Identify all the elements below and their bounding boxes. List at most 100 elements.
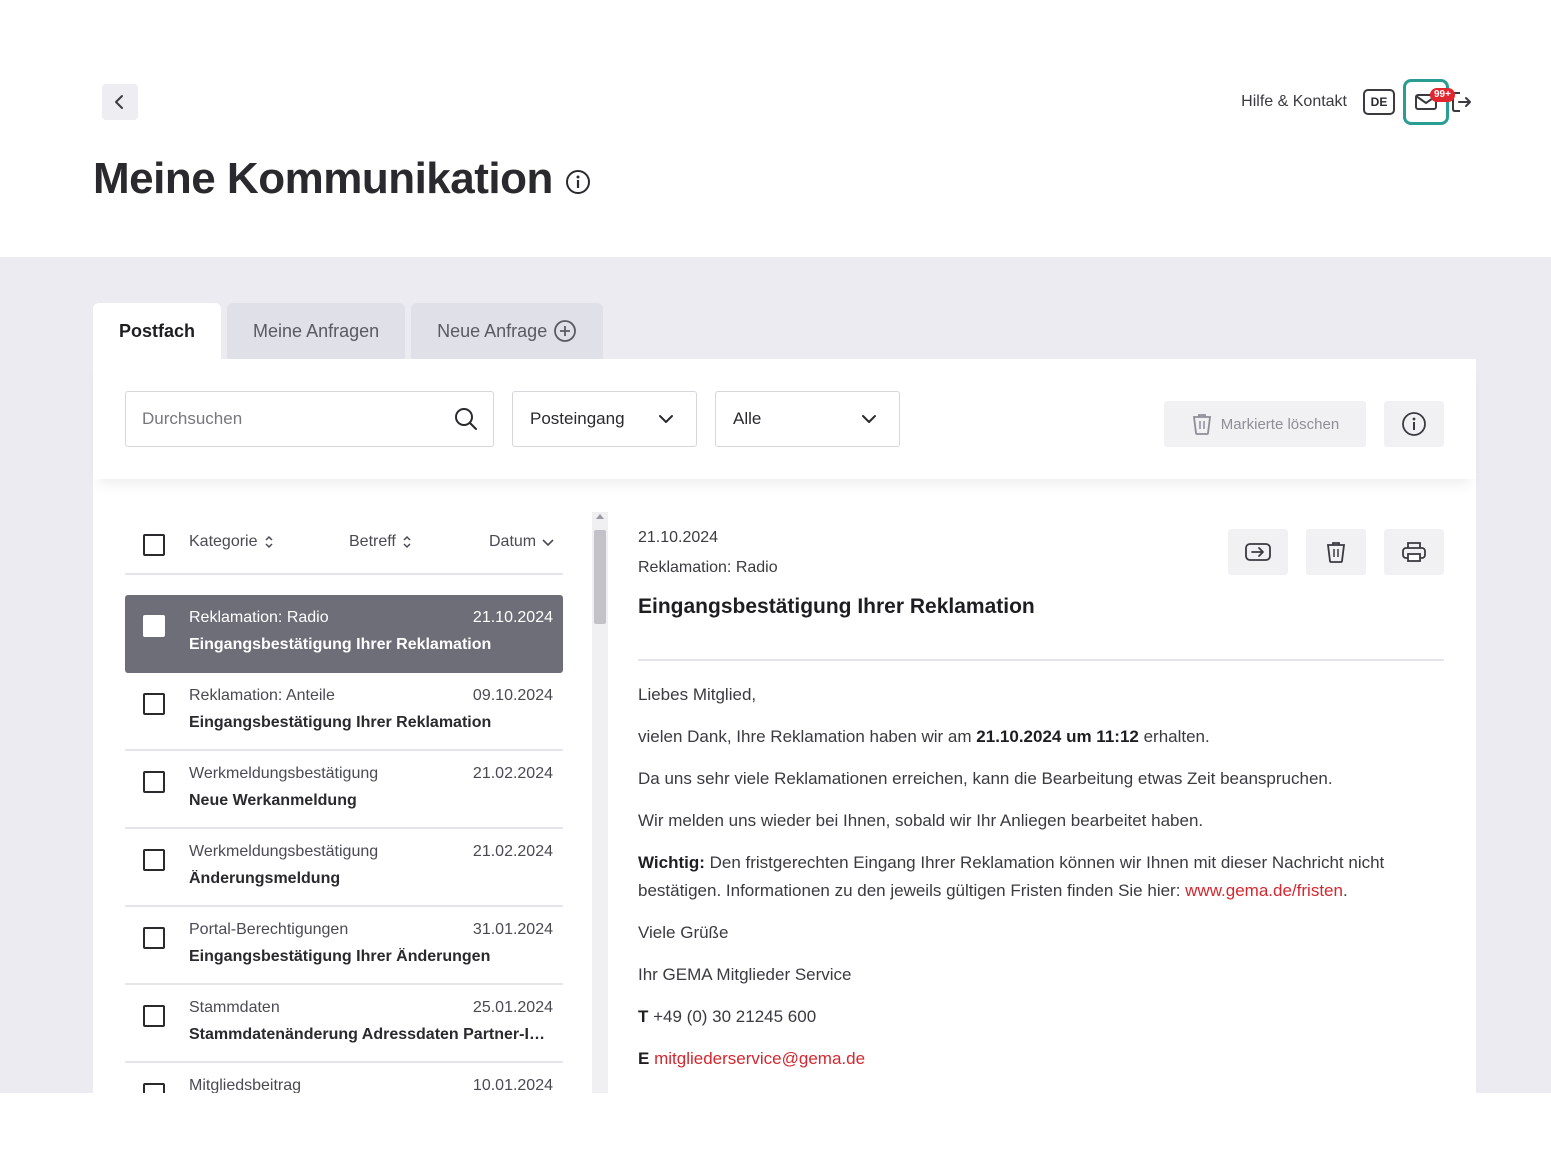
move-message-button[interactable] bbox=[1228, 529, 1288, 575]
row-checkbox[interactable] bbox=[143, 771, 165, 793]
item-subject: Neue Werkanmeldung bbox=[189, 792, 357, 809]
message-subject: Eingangsbestätigung Ihrer Reklamation bbox=[638, 595, 1035, 618]
phone-number: +49 (0) 30 21245 600 bbox=[648, 1007, 817, 1026]
item-date: 21.02.2024 bbox=[472, 765, 553, 782]
message-greeting: Liebes Mitglied, bbox=[638, 685, 757, 704]
tab-postfach[interactable]: Postfach bbox=[93, 303, 222, 359]
deadlines-link[interactable]: www.gema.de/fristen bbox=[1185, 881, 1343, 900]
language-switch[interactable]: DE bbox=[1363, 89, 1395, 115]
search-box bbox=[125, 391, 494, 447]
important-label: Wichtig: bbox=[638, 853, 705, 872]
item-date: 09.10.2024 bbox=[472, 687, 553, 704]
message-list-header: Kategorie Betreff Datum bbox=[125, 509, 563, 575]
page-title-wrapper: Meine Kommunikation bbox=[93, 154, 591, 204]
mailbox-toolbar: Posteingang Alle Markierte löschen bbox=[93, 359, 1476, 479]
row-checkbox[interactable] bbox=[143, 849, 165, 871]
info-icon bbox=[1402, 412, 1426, 436]
list-item[interactable]: Reklamation: Radio 21.10.2024 Eingangsbe… bbox=[125, 595, 563, 673]
row-checkbox[interactable] bbox=[143, 1005, 165, 1027]
list-item[interactable]: Stammdaten 25.01.2024 Stammdatenänderung… bbox=[125, 985, 563, 1063]
search-icon[interactable] bbox=[453, 406, 479, 432]
message-list: Reklamation: Radio 21.10.2024 Eingangsbe… bbox=[125, 595, 563, 1093]
mailbox-button[interactable]: 99+ bbox=[1403, 79, 1455, 125]
item-subject: Änderungsmeldung bbox=[189, 870, 341, 887]
item-date: 25.01.2024 bbox=[472, 999, 553, 1016]
row-checkbox[interactable] bbox=[143, 927, 165, 949]
sort-category[interactable]: Kategorie bbox=[189, 533, 274, 551]
item-category: Mitgliedsbeitrag bbox=[189, 1077, 302, 1093]
tab-label: Neue Anfrage bbox=[437, 320, 548, 341]
scroll-thumb[interactable] bbox=[594, 530, 606, 624]
sort-date[interactable]: Datum bbox=[489, 533, 554, 551]
item-category: Portal-Berechtigungen bbox=[189, 921, 349, 938]
select-all-checkbox[interactable] bbox=[143, 534, 165, 556]
item-category: Werkmeldungsbestätigung bbox=[189, 765, 379, 782]
trash-icon bbox=[1326, 542, 1346, 563]
item-subject: Stammdatenänderung Adressdaten Partner-I… bbox=[189, 1026, 553, 1043]
message-email: E mitgliederservice@gema.de bbox=[638, 1045, 1444, 1073]
message-actions bbox=[1210, 529, 1444, 575]
row-checkbox[interactable] bbox=[143, 615, 165, 637]
sort-desc-icon bbox=[542, 537, 554, 547]
delete-marked-button[interactable]: Markierte löschen bbox=[1164, 401, 1366, 447]
message-paragraph: Da uns sehr viele Reklamationen erreiche… bbox=[638, 769, 1333, 788]
message-date: 21.10.2024 bbox=[638, 529, 719, 546]
list-item[interactable]: Portal-Berechtigungen 31.01.2024 Eingang… bbox=[125, 907, 563, 985]
message-phone: T +49 (0) 30 21245 600 bbox=[638, 1003, 1444, 1031]
scroll-up-arrow-icon[interactable] bbox=[596, 514, 604, 519]
message-paragraph: vielen Dank, Ihre Reklamation haben wir … bbox=[638, 723, 1444, 751]
item-date: 21.02.2024 bbox=[472, 843, 553, 860]
delete-message-button[interactable] bbox=[1306, 529, 1366, 575]
print-message-button[interactable] bbox=[1384, 529, 1444, 575]
search-input[interactable] bbox=[142, 409, 453, 429]
back-button[interactable] bbox=[102, 84, 138, 120]
filter-select[interactable]: Alle bbox=[715, 391, 900, 447]
item-category: Stammdaten bbox=[189, 999, 280, 1016]
email-link[interactable]: mitgliederservice@gema.de bbox=[654, 1049, 865, 1068]
list-item[interactable]: Reklamation: Anteile 09.10.2024 Eingangs… bbox=[125, 673, 563, 751]
message-received-datetime: 21.10.2024 um 11:12 bbox=[976, 727, 1139, 746]
sort-icon bbox=[264, 535, 274, 549]
printer-icon bbox=[1402, 542, 1426, 562]
item-date: 21.10.2024 bbox=[472, 609, 553, 626]
delete-marked-label: Markierte löschen bbox=[1220, 415, 1340, 433]
message-important-paragraph: Wichtig: Den fristgerechten Eingang Ihre… bbox=[638, 849, 1444, 905]
item-date: 10.01.2024 bbox=[472, 1077, 553, 1093]
chevron-left-icon bbox=[115, 95, 123, 109]
message-divider bbox=[638, 659, 1444, 661]
row-checkbox[interactable] bbox=[143, 693, 165, 715]
help-contact-link[interactable]: Hilfe & Kontakt bbox=[1241, 93, 1347, 111]
top-navigation: Hilfe & Kontakt DE 99+ bbox=[1241, 79, 1473, 125]
folder-select[interactable]: Posteingang bbox=[512, 391, 697, 447]
chevron-down-icon bbox=[659, 415, 673, 423]
tab-bar: Postfach Meine Anfragen Neue Anfrage bbox=[93, 303, 609, 359]
phone-label: T bbox=[638, 1007, 649, 1026]
tab-neue-anfrage[interactable]: Neue Anfrage bbox=[411, 303, 604, 359]
info-icon[interactable] bbox=[565, 169, 591, 195]
row-checkbox[interactable] bbox=[143, 1083, 165, 1093]
tab-meine-anfragen[interactable]: Meine Anfragen bbox=[227, 303, 406, 359]
list-item[interactable]: Werkmeldungsbestätigung 21.02.2024 Änder… bbox=[125, 829, 563, 907]
column-category: Kategorie bbox=[189, 533, 258, 550]
item-category: Werkmeldungsbestätigung bbox=[189, 843, 379, 860]
message-text: erhalten. bbox=[1138, 727, 1210, 746]
message-text: vielen Dank, Ihre Reklamation haben wir … bbox=[638, 727, 977, 746]
toolbar-info-button[interactable] bbox=[1384, 401, 1444, 447]
list-scrollbar[interactable] bbox=[592, 512, 608, 1093]
list-item[interactable]: Mitgliedsbeitrag 10.01.2024 bbox=[125, 1063, 563, 1093]
move-to-icon bbox=[1245, 543, 1271, 561]
message-paragraph: Wir melden uns wieder bei Ihnen, sobald … bbox=[638, 811, 1204, 830]
filter-select-value: Alle bbox=[733, 409, 762, 428]
message-body: Liebes Mitglied, vielen Dank, Ihre Rekla… bbox=[638, 681, 1444, 1087]
message-signature: Ihr GEMA Mitglieder Service bbox=[638, 965, 852, 984]
chevron-down-icon bbox=[862, 415, 876, 423]
item-subject: Eingangsbestätigung Ihrer Reklamation bbox=[189, 714, 492, 731]
item-subject: Eingangsbestätigung Ihrer Reklamation bbox=[189, 636, 492, 653]
list-item[interactable]: Werkmeldungsbestätigung 21.02.2024 Neue … bbox=[125, 751, 563, 829]
column-subject: Betreff bbox=[349, 533, 396, 550]
sort-subject[interactable]: Betreff bbox=[349, 533, 412, 551]
trash-icon bbox=[1192, 414, 1211, 435]
folder-select-value: Posteingang bbox=[530, 409, 625, 428]
item-category: Reklamation: Anteile bbox=[189, 687, 335, 704]
message-closing: Viele Grüße bbox=[638, 923, 729, 942]
